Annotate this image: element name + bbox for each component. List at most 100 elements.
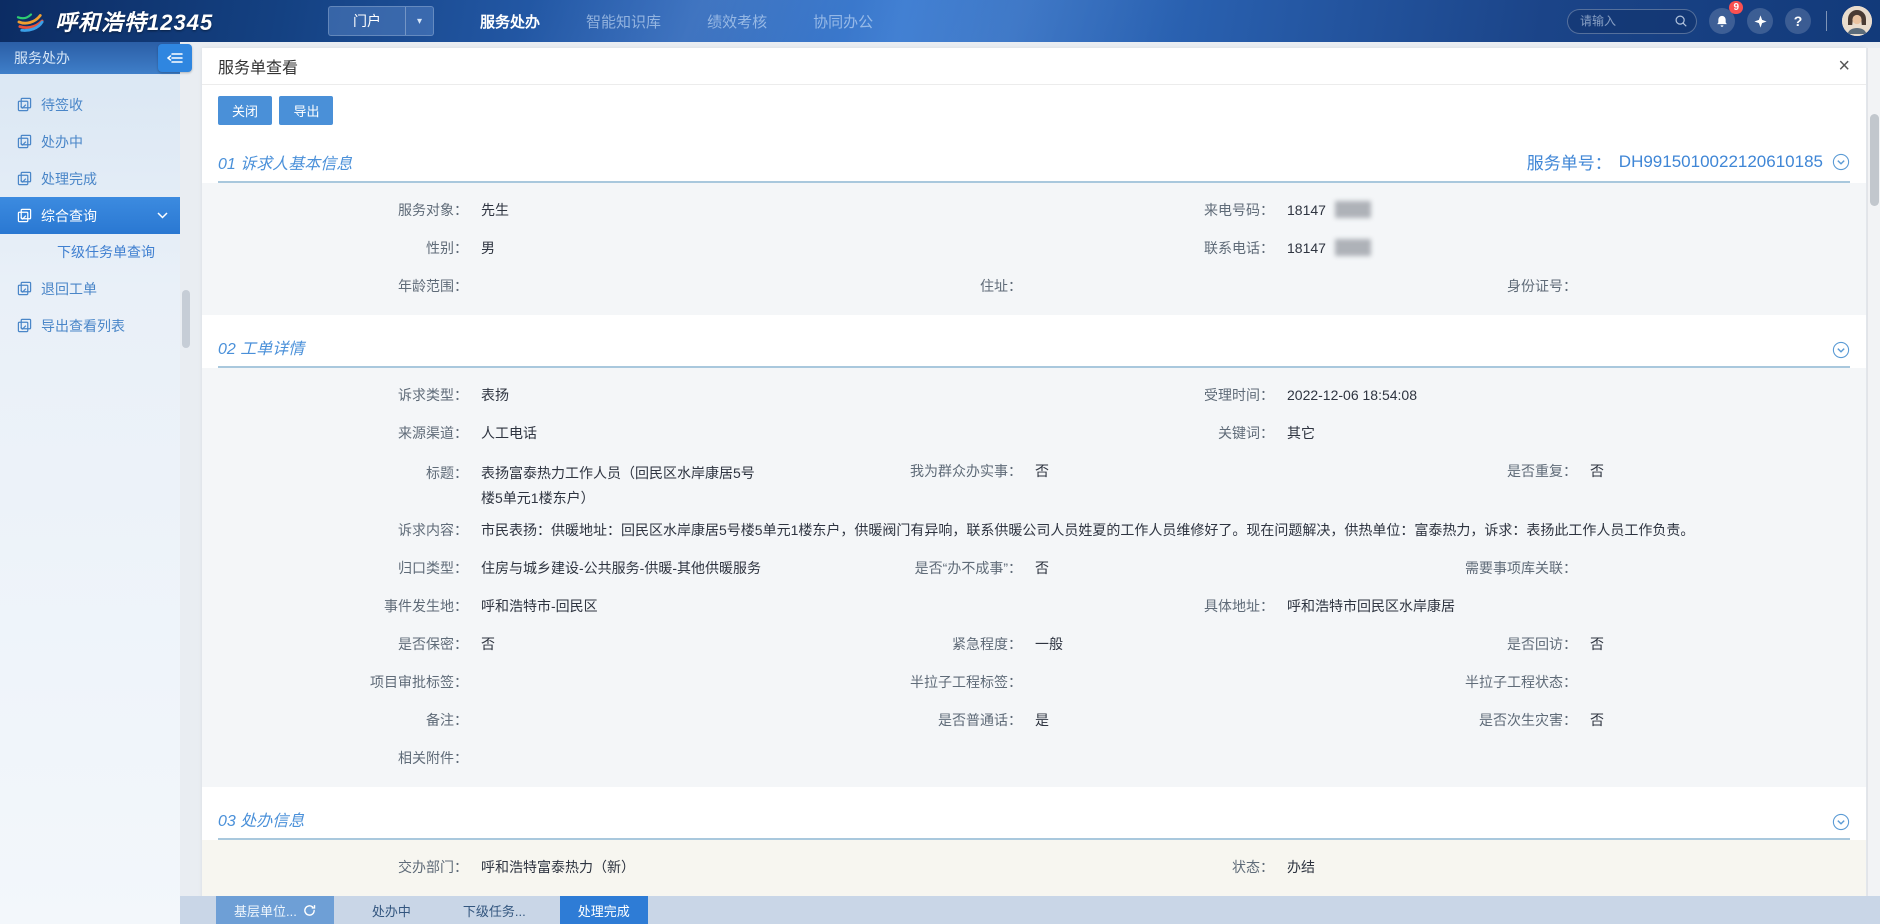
section-collapse-button[interactable] <box>1832 813 1850 831</box>
section-collapse-button[interactable] <box>1832 341 1850 359</box>
section-collapse-button[interactable] <box>1832 153 1850 171</box>
field-is-duplicate: 是否重复： 否 <box>1462 461 1866 481</box>
fields-panel: 服务对象： 先生 来电号码： 18147 性别： 男 联系电话： <box>202 183 1866 315</box>
field-label: 年龄范围： <box>202 276 468 296</box>
user-avatar[interactable] <box>1842 6 1872 36</box>
sidebar-item-in-progress[interactable]: 处办中 <box>0 123 180 160</box>
field-appeal-content: 诉求内容： 市民表扬：供暖地址：回民区水岸康居5号楼5单元1楼东户，供暖阀门有异… <box>202 520 1866 540</box>
field-label: 关键词： <box>902 423 1274 443</box>
sidebar-item-comprehensive-query[interactable]: 综合查询 <box>0 197 180 234</box>
bottom-tab-base-unit[interactable]: 基层单位... <box>216 896 334 924</box>
field-value: 2022-12-06 18:54:08 <box>1287 387 1417 403</box>
sidebar-item-pending-sign[interactable]: 待签收 <box>0 86 180 123</box>
field-caller-number: 来电号码： 18147 <box>902 200 1866 220</box>
sidebar-item-completed[interactable]: 处理完成 <box>0 160 180 197</box>
field-label: 受理时间： <box>902 385 1274 405</box>
bottom-tab-subordinate-task[interactable]: 下级任务... <box>445 896 544 924</box>
field-keyword: 关键词： 其它 <box>902 423 1866 443</box>
sidebar: 服务处办 待签收 处办中 处理完成 <box>0 42 180 924</box>
sidebar-scrollbar-thumb[interactable] <box>182 290 190 348</box>
search-icon[interactable] <box>1674 14 1688 28</box>
field-id-number: 身份证号： <box>1462 276 1866 296</box>
section-title: 03 处办信息 <box>218 807 304 831</box>
menu-collapse-icon <box>167 52 183 64</box>
field-label: 归口类型： <box>202 558 468 578</box>
field-label: 半拉子工程标签： <box>902 672 1022 692</box>
sidebar-item-label: 待签收 <box>41 95 83 115</box>
sidebar-collapse-button[interactable] <box>158 44 192 72</box>
chevron-down-icon[interactable]: ▾ <box>405 7 433 35</box>
field-unfinished-project-tag: 半拉子工程标签： <box>902 672 1462 692</box>
task-doc-icon <box>17 134 32 149</box>
field-value: 呼和浩特市回民区水岸康居 <box>1287 596 1455 616</box>
help-button[interactable]: ? <box>1785 8 1811 34</box>
field-contact-phone: 联系电话： 18147 <box>902 238 1866 258</box>
field-value: 人工电话 <box>481 423 537 443</box>
close-button[interactable]: 关闭 <box>218 96 272 125</box>
field-row: 相关附件： <box>202 739 1866 777</box>
field-label: 住址： <box>902 276 1022 296</box>
field-revisit: 是否回访： 否 <box>1462 634 1866 654</box>
field-label: 项目审批标签： <box>202 672 468 692</box>
field-for-masses: 我为群众办实事： 否 <box>902 461 1462 481</box>
search-input[interactable] <box>1580 14 1674 28</box>
field-row: 交办部门： 呼和浩特富泰热力（新） 状态： 办结 <box>202 848 1866 886</box>
field-title: 标题： 表扬富泰热力工作人员（回民区水岸康居5号楼5单元1楼东户） <box>202 461 902 511</box>
field-label: 需要事项库关联： <box>1462 558 1577 578</box>
vertical-scrollbar[interactable] <box>1867 48 1880 924</box>
chevron-down-icon <box>157 210 168 222</box>
field-value: 其它 <box>1287 423 1315 443</box>
export-button[interactable]: 导出 <box>279 96 333 125</box>
field-label: 是否保密： <box>202 634 468 654</box>
field-unfinished-project-status: 半拉子工程状态： <box>1462 672 1866 692</box>
field-mandarin: 是否普通话： 是 <box>902 710 1462 730</box>
field-value: 否 <box>1590 461 1604 481</box>
topbar-divider <box>1826 11 1827 31</box>
section-heading: 02 工单详情 <box>218 335 1850 368</box>
nav-item-knowledge-base[interactable]: 智能知识库 <box>586 11 661 32</box>
field-source-channel: 来源渠道： 人工电话 <box>202 423 902 443</box>
field-appeal-type: 诉求类型： 表扬 <box>202 385 902 405</box>
nav-item-service-handling[interactable]: 服务处办 <box>480 11 540 32</box>
nav-item-collaboration[interactable]: 协同办公 <box>813 11 873 32</box>
field-label: 诉求内容： <box>202 520 468 540</box>
field-label: 来源渠道： <box>202 423 468 443</box>
bottom-tab-bar: 基层单位... 处办中 下级任务... 处理完成 <box>180 896 1880 924</box>
field-label: 是否“办不成事”： <box>902 558 1022 578</box>
field-label: 我为群众办实事： <box>902 461 1022 481</box>
section-requester-info: 01 诉求人基本信息 服务单号： DH9915010022120610185 <box>202 149 1866 315</box>
field-gender: 性别： 男 <box>202 238 902 258</box>
global-search-box[interactable] <box>1567 9 1697 34</box>
sidebar-item-label: 导出查看列表 <box>41 316 125 336</box>
field-row: 服务对象： 先生 来电号码： 18147 <box>202 191 1866 229</box>
refresh-icon[interactable] <box>303 904 316 917</box>
field-label: 具体地址： <box>902 596 1274 616</box>
order-number-value: DH9915010022120610185 <box>1619 152 1823 172</box>
task-doc-icon <box>17 208 32 223</box>
field-value: 呼和浩特富泰热力（新） <box>481 857 635 877</box>
notifications-button[interactable]: 9 <box>1709 8 1735 34</box>
field-service-target: 服务对象： 先生 <box>202 200 902 220</box>
field-value: 住房与城乡建设-公共服务-供暖-其他供暖服务 <box>481 558 761 578</box>
field-row: 事件发生地： 呼和浩特市-回民区 具体地址： 呼和浩特市回民区水岸康居 <box>202 587 1866 625</box>
field-value: 18147 <box>1287 201 1371 218</box>
field-value: 表扬富泰热力工作人员（回民区水岸康居5号楼5单元1楼东户） <box>481 461 765 511</box>
navigation-compass-button[interactable] <box>1747 8 1773 34</box>
sidebar-item-export-view-list[interactable]: 导出查看列表 <box>0 307 180 344</box>
portal-menu-button[interactable]: 门户 ▾ <box>328 6 434 36</box>
field-value: 男 <box>481 238 495 258</box>
close-icon[interactable]: × <box>1838 56 1850 76</box>
field-row: 年龄范围： 住址： 身份证号： <box>202 267 1866 305</box>
page-title: 服务单查看 <box>218 54 298 78</box>
sidebar-item-returned-orders[interactable]: 退回工单 <box>0 270 180 307</box>
section-title: 01 诉求人基本信息 <box>218 150 352 174</box>
scrollbar-thumb[interactable] <box>1870 114 1879 206</box>
bottom-tab-in-progress[interactable]: 处办中 <box>354 896 429 924</box>
sidebar-subitem-subordinate-task-query[interactable]: 下级任务单查询 <box>0 234 180 270</box>
field-accept-time: 受理时间： 2022-12-06 18:54:08 <box>902 385 1866 405</box>
bottom-tab-completed[interactable]: 处理完成 <box>560 896 648 924</box>
field-row: 备注： 是否普通话： 是 是否次生灾害： 否 <box>202 701 1866 739</box>
sidebar-header: 服务处办 <box>0 42 180 74</box>
nav-item-performance[interactable]: 绩效考核 <box>707 11 767 32</box>
top-navigation: 服务处办 智能知识库 绩效考核 协同办公 <box>480 11 873 32</box>
